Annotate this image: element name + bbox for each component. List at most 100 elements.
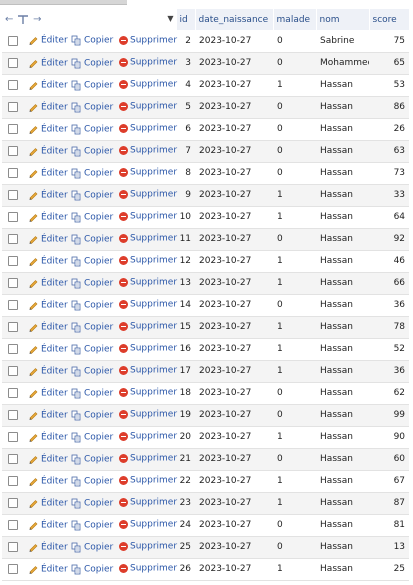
copy-button[interactable]: Copier bbox=[71, 366, 113, 377]
edit-button[interactable]: Éditer bbox=[28, 498, 68, 509]
delete-button[interactable]: Supprimer bbox=[119, 234, 177, 244]
copy-button[interactable]: Copier bbox=[71, 278, 113, 289]
copy-button[interactable]: Copier bbox=[71, 36, 113, 46]
copy-button[interactable]: Copier bbox=[71, 432, 113, 443]
delete-button[interactable]: Supprimer bbox=[119, 256, 177, 266]
column-width-icon[interactable] bbox=[17, 14, 29, 25]
sort-dropdown-icon[interactable]: ▼ bbox=[167, 14, 173, 23]
edit-button[interactable]: Éditer bbox=[28, 432, 68, 443]
copy-button[interactable]: Copier bbox=[71, 212, 113, 223]
row-checkbox[interactable] bbox=[8, 563, 18, 574]
edit-button[interactable]: Éditer bbox=[28, 344, 68, 355]
row-checkbox[interactable] bbox=[8, 387, 18, 398]
delete-button[interactable]: Supprimer bbox=[119, 278, 177, 288]
row-checkbox[interactable] bbox=[8, 79, 18, 90]
edit-button[interactable]: Éditer bbox=[28, 80, 68, 91]
delete-button[interactable]: Supprimer bbox=[119, 300, 177, 310]
copy-button[interactable]: Copier bbox=[71, 564, 113, 575]
delete-button[interactable]: Supprimer bbox=[119, 476, 177, 486]
row-checkbox[interactable] bbox=[8, 233, 18, 244]
row-checkbox[interactable] bbox=[8, 365, 18, 376]
copy-button[interactable]: Copier bbox=[71, 454, 113, 465]
column-header-score[interactable]: score bbox=[368, 9, 410, 30]
copy-button[interactable]: Copier bbox=[71, 168, 113, 179]
row-checkbox[interactable] bbox=[8, 453, 18, 464]
delete-button[interactable]: Supprimer bbox=[119, 542, 177, 552]
row-checkbox[interactable] bbox=[8, 101, 18, 112]
edit-button[interactable]: Éditer bbox=[28, 542, 68, 553]
delete-button[interactable]: Supprimer bbox=[119, 454, 177, 464]
delete-button[interactable]: Supprimer bbox=[119, 190, 177, 200]
delete-button[interactable]: Supprimer bbox=[119, 498, 177, 508]
copy-button[interactable]: Copier bbox=[71, 388, 113, 399]
edit-button[interactable]: Éditer bbox=[28, 322, 68, 333]
edit-button[interactable]: Éditer bbox=[28, 124, 68, 135]
row-checkbox[interactable] bbox=[8, 189, 18, 200]
delete-button[interactable]: Supprimer bbox=[119, 322, 177, 332]
copy-button[interactable]: Copier bbox=[71, 476, 113, 487]
row-checkbox[interactable] bbox=[8, 321, 18, 332]
row-checkbox[interactable] bbox=[8, 277, 18, 288]
row-checkbox[interactable] bbox=[8, 145, 18, 156]
edit-button[interactable]: Éditer bbox=[28, 476, 68, 487]
edit-button[interactable]: Éditer bbox=[28, 454, 68, 465]
edit-button[interactable]: Éditer bbox=[28, 410, 68, 421]
column-header-date-naissance[interactable]: date_naissance bbox=[194, 9, 274, 30]
edit-button[interactable]: Éditer bbox=[28, 146, 68, 157]
copy-button[interactable]: Copier bbox=[71, 234, 113, 245]
row-checkbox[interactable] bbox=[8, 123, 18, 134]
edit-button[interactable]: Éditer bbox=[28, 256, 68, 267]
delete-button[interactable]: Supprimer bbox=[119, 102, 177, 112]
delete-button[interactable]: Supprimer bbox=[119, 520, 177, 530]
copy-button[interactable]: Copier bbox=[71, 190, 113, 201]
row-checkbox[interactable] bbox=[8, 475, 18, 486]
edit-button[interactable]: Éditer bbox=[28, 300, 68, 311]
edit-button[interactable]: Éditer bbox=[28, 388, 68, 399]
edit-button[interactable]: Éditer bbox=[28, 234, 68, 245]
copy-button[interactable]: Copier bbox=[71, 146, 113, 157]
row-checkbox[interactable] bbox=[8, 211, 18, 222]
copy-button[interactable]: Copier bbox=[71, 58, 113, 69]
delete-button[interactable]: Supprimer bbox=[119, 168, 177, 178]
edit-button[interactable]: Éditer bbox=[28, 102, 68, 113]
delete-button[interactable]: Supprimer bbox=[119, 432, 177, 442]
row-checkbox[interactable] bbox=[8, 541, 18, 552]
delete-button[interactable]: Supprimer bbox=[119, 36, 177, 46]
copy-button[interactable]: Copier bbox=[71, 410, 113, 421]
delete-button[interactable]: Supprimer bbox=[119, 124, 177, 134]
column-header-malade[interactable]: malade bbox=[272, 9, 317, 30]
copy-button[interactable]: Copier bbox=[71, 256, 113, 267]
edit-button[interactable]: Éditer bbox=[28, 520, 68, 531]
edit-button[interactable]: Éditer bbox=[28, 366, 68, 377]
copy-button[interactable]: Copier bbox=[71, 80, 113, 91]
copy-button[interactable]: Copier bbox=[71, 498, 113, 509]
edit-button[interactable]: Éditer bbox=[28, 58, 68, 69]
row-checkbox[interactable] bbox=[8, 343, 18, 354]
copy-button[interactable]: Copier bbox=[71, 344, 113, 355]
edit-button[interactable]: Éditer bbox=[28, 168, 68, 179]
column-header-nom[interactable]: nom bbox=[315, 9, 370, 30]
delete-button[interactable]: Supprimer bbox=[119, 80, 177, 90]
copy-button[interactable]: Copier bbox=[71, 124, 113, 135]
copy-button[interactable]: Copier bbox=[71, 300, 113, 311]
row-checkbox[interactable] bbox=[8, 167, 18, 178]
row-checkbox[interactable] bbox=[8, 299, 18, 310]
left-arrow-icon[interactable]: ← bbox=[5, 14, 13, 25]
edit-button[interactable]: Éditer bbox=[28, 190, 68, 201]
row-checkbox[interactable] bbox=[8, 431, 18, 442]
copy-button[interactable]: Copier bbox=[71, 102, 113, 113]
right-arrow-icon[interactable]: → bbox=[33, 14, 41, 25]
row-checkbox[interactable] bbox=[8, 35, 18, 46]
row-checkbox[interactable] bbox=[8, 57, 18, 68]
copy-button[interactable]: Copier bbox=[71, 322, 113, 333]
edit-button[interactable]: Éditer bbox=[28, 278, 68, 289]
delete-button[interactable]: Supprimer bbox=[119, 146, 177, 156]
delete-button[interactable]: Supprimer bbox=[119, 410, 177, 420]
delete-button[interactable]: Supprimer bbox=[119, 366, 177, 376]
edit-button[interactable]: Éditer bbox=[28, 212, 68, 223]
delete-button[interactable]: Supprimer bbox=[119, 212, 177, 222]
copy-button[interactable]: Copier bbox=[71, 520, 113, 531]
edit-button[interactable]: Éditer bbox=[28, 36, 68, 46]
row-checkbox[interactable] bbox=[8, 409, 18, 420]
delete-button[interactable]: Supprimer bbox=[119, 564, 177, 574]
